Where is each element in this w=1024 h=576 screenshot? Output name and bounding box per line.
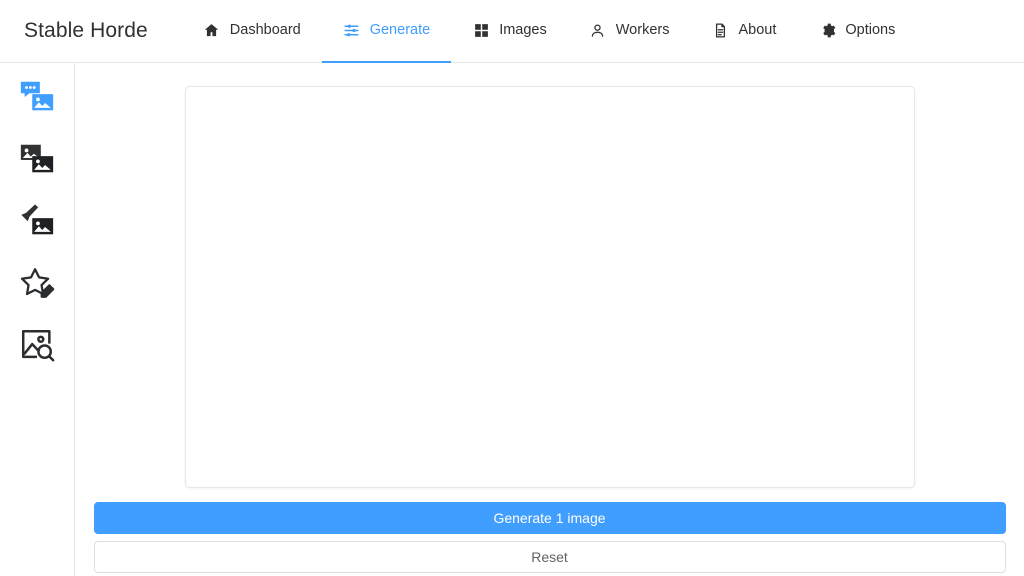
brush-image-icon <box>18 202 56 240</box>
tool-sidebar <box>0 63 75 576</box>
home-icon <box>203 22 221 40</box>
sidebar-item-text-to-image[interactable] <box>15 77 59 117</box>
nav-label-images: Images <box>499 23 547 38</box>
nav-item-dashboard[interactable]: Dashboard <box>182 0 322 63</box>
text-to-image-icon <box>18 78 56 116</box>
nav-label-dashboard: Dashboard <box>230 23 301 38</box>
body-row: Generate 1 image Reset <box>0 63 1024 576</box>
nav-item-generate[interactable]: Generate <box>322 0 451 63</box>
nav-items: Dashboard Generate <box>182 0 917 62</box>
image-search-icon <box>18 326 56 364</box>
sidebar-item-inpainting[interactable] <box>15 201 59 241</box>
app-root: Stable Horde Dashboard Generate <box>0 0 1024 576</box>
image-to-image-icon <box>18 140 56 178</box>
app-title: Stable Horde <box>24 0 182 62</box>
nav-item-images[interactable]: Images <box>451 0 568 63</box>
generate-button[interactable]: Generate 1 image <box>94 502 1006 534</box>
prompt-input[interactable] <box>185 86 915 488</box>
gear-icon <box>818 22 836 40</box>
nav-item-workers[interactable]: Workers <box>568 0 691 63</box>
sliders-icon <box>343 22 361 40</box>
top-navbar: Stable Horde Dashboard Generate <box>0 0 1024 63</box>
nav-label-options: Options <box>845 23 895 38</box>
nav-item-options[interactable]: Options <box>797 0 916 63</box>
nav-label-about: About <box>738 23 776 38</box>
sidebar-item-interrogate[interactable] <box>15 325 59 365</box>
grid-icon <box>472 22 490 40</box>
sidebar-item-image-to-image[interactable] <box>15 139 59 179</box>
generate-panel: Generate 1 image Reset <box>75 63 1024 576</box>
prompt-wrap <box>185 86 915 488</box>
action-buttons: Generate 1 image Reset <box>94 502 1006 576</box>
user-icon <box>589 22 607 40</box>
nav-item-about[interactable]: About <box>690 0 797 63</box>
nav-label-workers: Workers <box>616 23 670 38</box>
star-pencil-icon <box>18 264 56 302</box>
reset-button[interactable]: Reset <box>94 541 1006 573</box>
document-icon <box>711 22 729 40</box>
sidebar-item-rating[interactable] <box>15 263 59 303</box>
nav-label-generate: Generate <box>370 23 430 38</box>
